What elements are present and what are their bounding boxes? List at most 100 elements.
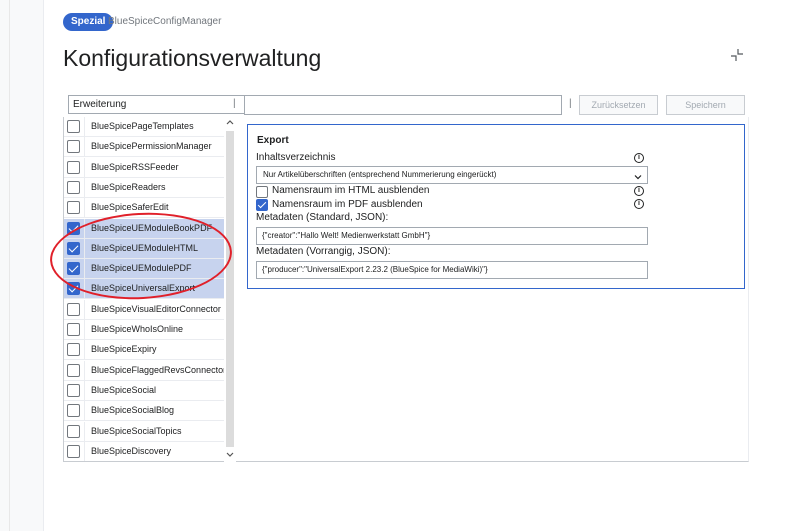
list-item[interactable]: BlueSpiceReaders (64, 177, 225, 198)
extension-label: BlueSpiceSaferEdit (91, 202, 169, 213)
list-item[interactable]: BlueSpiceSaferEdit (64, 198, 225, 219)
toc-dropdown[interactable]: Nur Artikelüberschriften (entsprechend N… (256, 166, 648, 184)
column-divider (84, 259, 85, 280)
list-item[interactable]: BlueSpiceFlaggedRevsConnector (64, 360, 227, 381)
column-divider (84, 401, 85, 422)
extension-label: BlueSpiceUEModuleHTML (91, 242, 199, 253)
toc-dropdown-value: Nur Artikelüberschriften (entsprechend N… (263, 170, 497, 179)
list-item[interactable]: BlueSpiceRSSFeeder (64, 157, 225, 178)
column-divider (84, 157, 85, 178)
toc-label: Inhaltsverzeichnis (256, 152, 336, 163)
reset-button[interactable]: Zurücksetzen (579, 95, 658, 115)
extension-checkbox[interactable] (67, 363, 80, 377)
list-item[interactable]: BlueSpiceUniversalExport (64, 279, 225, 300)
extension-list: BlueSpicePageTemplates BlueSpicePermissio… (63, 117, 236, 462)
scrollbar-thumb[interactable] (226, 131, 234, 447)
column-divider (84, 177, 85, 198)
toolbar: Erweiterung | | Zurücksetzen Speichern (63, 93, 749, 119)
column-divider (84, 299, 85, 320)
info-icon[interactable]: i (634, 199, 644, 209)
extension-label: BlueSpiceExpiry (91, 344, 157, 355)
page-title: Konfigurationsverwaltung (63, 45, 322, 71)
extension-label: BlueSpiceReaders (91, 181, 166, 192)
extension-label: BlueSpiceWhoIsOnline (91, 324, 184, 334)
extension-checkbox[interactable] (67, 343, 80, 357)
scroll-up-icon[interactable] (225, 119, 235, 129)
extension-checkbox[interactable] (67, 444, 80, 458)
column-divider (84, 279, 85, 300)
chevron-down-icon (634, 171, 642, 180)
extension-checkbox[interactable] (67, 201, 80, 215)
column-divider (84, 441, 85, 461)
column-divider (84, 137, 85, 158)
meta-default-label: Metadaten (Standard, JSON): (256, 212, 389, 223)
column-divider (84, 117, 85, 137)
extension-label: BlueSpicePageTemplates (91, 121, 194, 131)
column-divider (84, 340, 85, 361)
hide-namespace-pdf-checkbox[interactable] (256, 199, 268, 211)
filter-select-value: Erweiterung (73, 99, 127, 110)
column-divider (84, 421, 85, 442)
collapse-icon[interactable] (730, 48, 744, 62)
extension-label: BlueSpiceDiscovery (91, 445, 172, 456)
info-icon[interactable]: i (634, 186, 644, 196)
toolbar-separator: | (233, 98, 236, 109)
extension-checkbox[interactable] (67, 424, 80, 438)
extension-label: BlueSpicePermissionManager (91, 141, 212, 152)
meta-override-input[interactable]: {"producer":"UniversalExport 2.23.2 (Blu… (256, 261, 648, 279)
list-item[interactable]: BlueSpiceUEModulePDF (64, 259, 225, 280)
extension-checkbox[interactable] (67, 120, 80, 133)
extension-checkbox[interactable] (67, 262, 80, 276)
list-item[interactable]: BlueSpiceWhoIsOnline (64, 320, 225, 340)
extension-label: BlueSpiceUEModuleBookPDF (91, 222, 213, 233)
extension-checkbox[interactable] (67, 160, 80, 174)
extension-label: BlueSpiceFlaggedRevsConnector (91, 364, 227, 375)
list-item[interactable]: BlueSpiceVisualEditorConnector (64, 299, 225, 320)
info-icon[interactable]: i (634, 153, 644, 163)
extension-label: BlueSpiceSocialBlog (91, 405, 175, 416)
extension-label: BlueSpiceUEModulePDF (91, 263, 192, 274)
extension-checkbox[interactable] (67, 180, 80, 194)
toolbar-separator: | (569, 98, 572, 109)
hide-namespace-html-checkbox[interactable] (256, 186, 268, 198)
column-divider (84, 198, 85, 219)
list-item[interactable]: BlueSpicePermissionManager (64, 137, 225, 158)
list-item[interactable]: BlueSpiceSocial (64, 380, 225, 401)
column-divider (84, 238, 85, 259)
search-input[interactable] (244, 95, 562, 115)
extension-checkbox[interactable] (67, 221, 80, 235)
column-divider (84, 218, 85, 239)
extension-label: BlueSpiceSocial (91, 384, 157, 395)
list-item[interactable]: BlueSpiceUEModuleBookPDF (64, 218, 225, 239)
scroll-down-icon[interactable] (225, 450, 235, 460)
extension-checkbox[interactable] (67, 302, 80, 316)
column-divider (84, 360, 85, 381)
list-item[interactable]: BlueSpiceDiscovery (64, 441, 225, 461)
export-settings-panel: Export Inhaltsverzeichnis i Nur Artikelü… (247, 124, 745, 289)
column-divider (84, 320, 85, 340)
special-page-badge: Spezial (63, 13, 114, 31)
list-item[interactable]: BlueSpiceSocialBlog (64, 401, 225, 422)
save-button[interactable]: Speichern (666, 95, 745, 115)
hide-namespace-pdf-label: Namensraum im PDF ausblenden (272, 199, 423, 210)
hide-namespace-html-label: Namensraum im HTML ausblenden (272, 185, 430, 196)
extension-checkbox[interactable] (67, 323, 80, 336)
special-page-name: BlueSpiceConfigManager (108, 16, 222, 27)
list-item[interactable]: BlueSpiceUEModuleHTML (64, 238, 225, 259)
list-scrollbar[interactable] (224, 117, 236, 462)
list-item[interactable]: BlueSpicePageTemplates (64, 117, 225, 137)
extension-checkbox[interactable] (67, 241, 80, 255)
extension-label: BlueSpiceRSSFeeder (91, 161, 179, 172)
extension-label: BlueSpiceVisualEditorConnector (91, 303, 221, 314)
extension-checkbox[interactable] (67, 282, 80, 296)
extension-checkbox[interactable] (67, 140, 80, 154)
list-item[interactable]: BlueSpiceExpiry (64, 340, 225, 361)
extension-checkbox[interactable] (67, 383, 80, 397)
list-item[interactable]: BlueSpiceSocialTopics (64, 421, 225, 442)
meta-override-label: Metadaten (Vorrangig, JSON): (256, 246, 391, 257)
extension-checkbox[interactable] (67, 404, 80, 418)
extension-label: BlueSpiceSocialTopics (91, 425, 182, 436)
panel-heading: Export (257, 135, 289, 146)
meta-default-input[interactable]: {"creator":"Hallo Welt! Medienwerkstatt … (256, 227, 648, 245)
column-divider (84, 380, 85, 401)
